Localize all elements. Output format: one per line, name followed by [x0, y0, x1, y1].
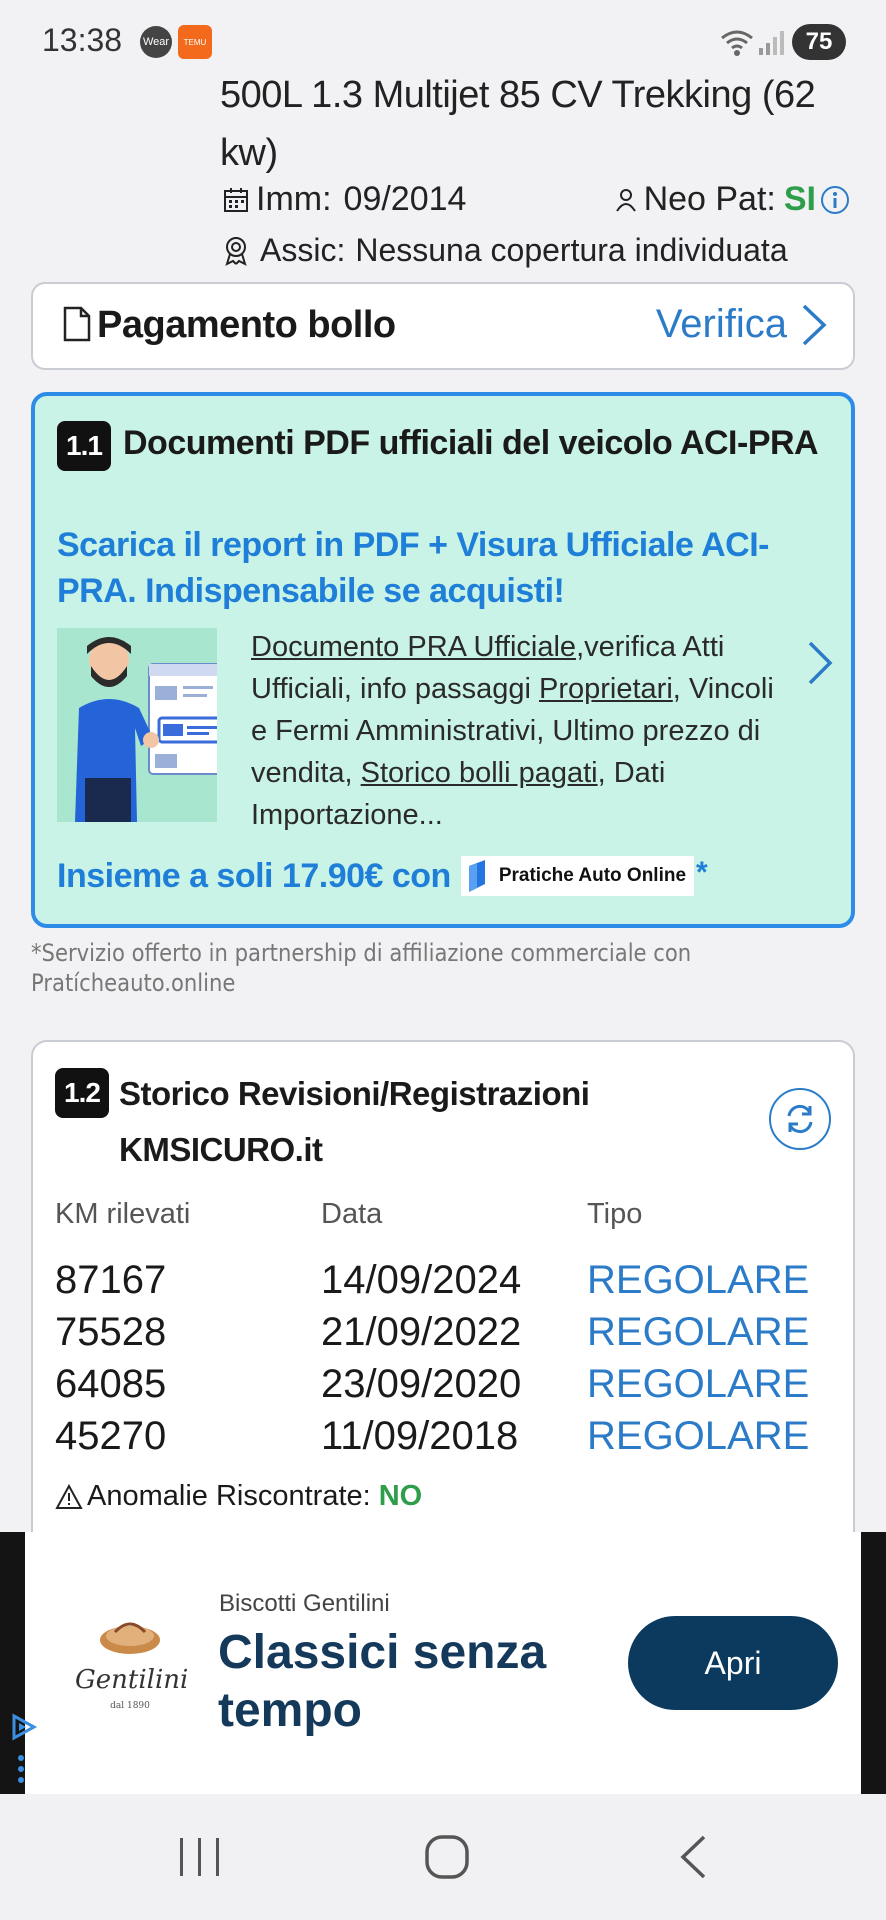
link-storico-bolli[interactable]: Storico bolli pagati [361, 757, 598, 789]
header-data: Data [321, 1198, 383, 1230]
section-badge: 1.2 [55, 1068, 109, 1118]
anomalies-row: Anomalie Riscontrate: NO [55, 1480, 422, 1513]
row-km: 75528 [55, 1310, 167, 1354]
row-type: REGOLARE [587, 1414, 810, 1458]
header-km: KM rilevati [55, 1198, 191, 1230]
ad-menu-icon[interactable] [16, 1754, 26, 1789]
bollo-label: Pagamento bollo [97, 304, 396, 346]
row-type: REGOLARE [587, 1362, 810, 1406]
insurance-badge-icon [222, 236, 250, 266]
header-tipo: Tipo [587, 1198, 643, 1230]
asterisk: * [696, 856, 708, 889]
row-km: 87167 [55, 1258, 167, 1302]
partner-logo-text: Pratiche Auto Online [498, 865, 687, 886]
home-icon[interactable] [424, 1834, 470, 1885]
row-date: 14/09/2024 [321, 1258, 522, 1302]
insurance-status: Assic: Nessuna copertura individuata [222, 232, 788, 269]
logo-text: Gentilini [75, 1665, 189, 1695]
warning-icon [55, 1483, 83, 1510]
revisions-title: Storico Revisioni/Registrazioni KMSICURO… [119, 1075, 590, 1168]
adchoices-icon[interactable] [8, 1712, 38, 1747]
assic-value: Nessuna copertura individuata [355, 232, 788, 268]
refresh-icon [787, 1104, 813, 1134]
ad-banner[interactable]: Gentilini dal 1890 Biscotti Gentilini Cl… [0, 1532, 886, 1794]
logo-subtext: dal 1890 [110, 1701, 150, 1711]
wear-notification-icon: Wear [140, 26, 172, 58]
gentilini-logo: Gentilini dal 1890 [75, 1614, 189, 1713]
pratiche-auto-logo-icon [468, 860, 485, 892]
neo-patentato: Neo Pat: SI [614, 180, 856, 219]
pdf-card-subtitle: Scarica il report in PDF + Visura Uffici… [57, 526, 769, 610]
row-type: REGOLARE [587, 1310, 810, 1354]
neo-label: Neo Pat: [643, 180, 776, 218]
pratiche-auto-online-logo: Pratiche Auto Online [460, 856, 695, 896]
info-icon[interactable] [820, 185, 850, 215]
row-km: 45270 [55, 1414, 167, 1458]
price-line: Insieme a soli 17.90€ con Pratiche Auto … [57, 856, 708, 896]
section-badge: 1.1 [57, 421, 111, 471]
wifi-icon [720, 28, 754, 63]
assic-label: Assic: [260, 232, 346, 268]
vehicle-info-row: Imm: 09/2014 Neo Pat: SI [222, 180, 856, 230]
refresh-button[interactable] [769, 1088, 831, 1150]
row-date: 21/09/2022 [321, 1310, 522, 1354]
verifica-link[interactable]: Verifica [656, 302, 833, 347]
back-icon[interactable] [678, 1834, 708, 1885]
ad-headline: Classici senza tempo [218, 1626, 547, 1737]
row-date: 11/09/2018 [321, 1414, 519, 1458]
neo-value: SI [783, 180, 816, 218]
revisions-history-card: 1.2 Storico Revisioni/Registrazioni KMSI… [31, 1040, 855, 1540]
anomalies-label: Anomalie Riscontrate: [87, 1480, 371, 1512]
chevron-right-icon[interactable] [807, 640, 833, 691]
price-text: Insieme a soli 17.90€ con [57, 856, 451, 895]
signal-icon [758, 30, 786, 61]
system-navigation-bar [0, 1794, 886, 1920]
bollo-payment-card[interactable]: Pagamento bollo Verifica [31, 282, 855, 370]
imm-label: Imm: [256, 180, 332, 218]
ad-open-button[interactable]: Apri [628, 1616, 838, 1710]
row-km: 64085 [55, 1362, 167, 1406]
gentilini-emblem-icon [100, 1622, 160, 1654]
link-proprietari[interactable]: Proprietari [539, 673, 673, 705]
registration-date: Imm: 09/2014 [222, 180, 466, 219]
recent-apps-icon[interactable] [178, 1834, 222, 1885]
imm-value: 09/2014 [343, 180, 467, 218]
pdf-description: Documento PRA Ufficiale,verifica Atti Uf… [251, 626, 791, 836]
status-time: 13:38 [42, 22, 123, 58]
anomalies-value: NO [378, 1480, 423, 1512]
temu-notification-icon: TEMU [178, 25, 212, 59]
battery-indicator: 75 [792, 24, 846, 60]
documents-illustration [57, 628, 226, 822]
document-icon [63, 306, 91, 347]
pdf-documents-card[interactable]: 1.1 Documenti PDF ufficiali del veicolo … [31, 392, 855, 928]
calendar-icon [222, 186, 250, 214]
ad-content[interactable]: Gentilini dal 1890 Biscotti Gentilini Cl… [25, 1532, 861, 1794]
pdf-card-title: Documenti PDF ufficiali del veicolo ACI-… [123, 424, 819, 462]
vehicle-model-title: 500L 1.3 Multijet 85 CV Trekking (62 kw) [220, 74, 816, 174]
link-documento-pra[interactable]: Documento PRA Ufficiale [251, 631, 576, 663]
row-date: 23/09/2020 [321, 1362, 522, 1406]
partnership-disclaimer: *Servizio offerto in partnership di affi… [31, 939, 692, 997]
chevron-right-icon [801, 303, 827, 347]
person-icon [614, 187, 638, 213]
ad-advertiser: Biscotti Gentilini [219, 1590, 390, 1617]
row-type: REGOLARE [587, 1258, 810, 1302]
verifica-label: Verifica [655, 302, 787, 346]
